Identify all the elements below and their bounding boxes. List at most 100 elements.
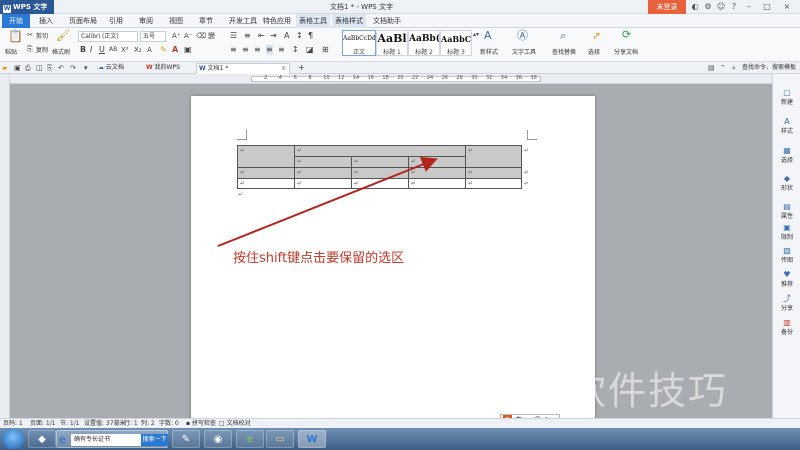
style-heading-2[interactable]: AaBb( 标题 2 bbox=[408, 30, 440, 56]
close-icon[interactable]: × bbox=[782, 0, 792, 14]
style-normal[interactable]: AaBbCcDd 正文 bbox=[342, 30, 376, 56]
window-icon[interactable]: ▤ bbox=[708, 63, 715, 73]
tab-cloud-docs[interactable]: ☁ 云文档 bbox=[96, 63, 136, 74]
save-icon[interactable]: ▣ bbox=[14, 63, 21, 73]
tab-table-tools[interactable]: 表格工具 bbox=[296, 14, 330, 28]
sidebar-item-recommend[interactable]: ♥ 推荐 bbox=[773, 270, 800, 288]
show-marks-icon[interactable]: ¶ bbox=[308, 31, 313, 41]
justify-icon[interactable]: ≡ bbox=[266, 45, 273, 55]
taskbar-browser-search[interactable]: e 确有专长证书 搜索一下 bbox=[56, 430, 168, 448]
text-tools-button[interactable]: 文字工具 bbox=[512, 47, 536, 56]
sidebar-item-styles[interactable]: A 样式 bbox=[773, 117, 800, 135]
chrome-icon[interactable]: ◉ bbox=[204, 430, 232, 448]
borders-icon[interactable]: ⊞ bbox=[322, 45, 329, 55]
sidebar-item-backup[interactable]: ▥ 备份 bbox=[773, 318, 800, 336]
select-button[interactable]: 选择 bbox=[588, 47, 600, 56]
status-word-count[interactable]: 字数: 0 bbox=[159, 419, 179, 428]
subscript-icon[interactable]: X₂ bbox=[134, 45, 142, 55]
vertical-ruler[interactable] bbox=[0, 74, 10, 418]
taskbar-app-icon[interactable]: ✎ bbox=[172, 430, 200, 448]
taskbar-search-input[interactable]: 确有专长证书 bbox=[71, 434, 141, 446]
table-cell-r4c3[interactable]: ↵ bbox=[351, 178, 409, 189]
tab-table-style[interactable]: 表格样式 bbox=[332, 14, 366, 28]
status-proofread[interactable]: □ 文档校对 bbox=[219, 419, 251, 428]
text-effect-icon[interactable]: A bbox=[147, 45, 152, 55]
align-right-icon[interactable]: ≡ bbox=[254, 45, 261, 55]
outdent-icon[interactable]: ⇤ bbox=[258, 31, 265, 41]
sidebar-item-properties[interactable]: ▤ 属性 bbox=[773, 202, 800, 220]
tab-special[interactable]: 特色应用 bbox=[260, 14, 294, 28]
share-doc-button[interactable]: 分享文档 bbox=[614, 47, 638, 56]
undo-icon[interactable]: ↶ bbox=[58, 63, 64, 73]
underline-icon[interactable]: U bbox=[99, 45, 105, 55]
copy-button[interactable]: 复制 bbox=[36, 45, 48, 54]
styles-scroll-icon[interactable]: ▴▾ bbox=[473, 30, 479, 40]
find-replace-button[interactable]: 查找替换 bbox=[552, 47, 576, 56]
table-cell-r1c1[interactable]: ↵ bbox=[237, 145, 295, 168]
sidebar-item-shapes[interactable]: ◆ 形状 bbox=[773, 174, 800, 192]
distribute-icon[interactable]: ≡ bbox=[278, 45, 285, 55]
bold-icon[interactable]: B bbox=[80, 45, 86, 55]
tab-page-layout[interactable]: 页面布局 bbox=[66, 14, 100, 28]
tab-view[interactable]: 视图 bbox=[166, 14, 186, 28]
tab-review[interactable]: 审阅 bbox=[136, 14, 156, 28]
paste-button[interactable]: 粘贴 bbox=[5, 47, 17, 56]
sort-icon[interactable]: ↕ bbox=[296, 31, 303, 41]
browser-e-icon[interactable]: e bbox=[236, 430, 264, 448]
open-folder-icon[interactable]: ▰ bbox=[2, 63, 7, 73]
help-icon[interactable]: ? bbox=[729, 0, 739, 14]
folder-icon[interactable]: ▭ bbox=[266, 430, 294, 448]
char-border-icon[interactable]: ▣ bbox=[184, 45, 192, 55]
print-preview-icon[interactable]: ◫ bbox=[36, 63, 43, 73]
minimize-icon[interactable]: – bbox=[744, 0, 754, 14]
start-button[interactable] bbox=[2, 429, 24, 449]
new-style-button[interactable]: 新样式 bbox=[480, 47, 498, 56]
grow-font-icon[interactable]: A⁺ bbox=[172, 31, 180, 41]
more-quick-icon[interactable]: ▾ bbox=[84, 63, 88, 73]
tab-section[interactable]: 章节 bbox=[196, 14, 216, 28]
login-button[interactable]: 未登录 bbox=[648, 0, 686, 14]
cut-button[interactable]: 剪切 bbox=[36, 31, 48, 40]
export-icon[interactable]: ⎘ bbox=[47, 63, 53, 73]
sidebar-item-select[interactable]: ▦ 选择 bbox=[773, 146, 800, 164]
tab-developer[interactable]: 开发工具 bbox=[226, 14, 260, 28]
indent-icon[interactable]: ⇥ bbox=[270, 31, 277, 41]
tab-close-icon[interactable]: × bbox=[281, 64, 286, 74]
redo-icon[interactable]: ↷ bbox=[70, 63, 76, 73]
superscript-icon[interactable]: X² bbox=[121, 45, 129, 55]
align-left-icon[interactable]: ≡ bbox=[230, 45, 237, 55]
skin-icon[interactable]: ◐ bbox=[690, 0, 700, 14]
clear-format-icon[interactable]: ⌫ bbox=[196, 31, 206, 41]
feedback-icon[interactable]: ☺ bbox=[716, 0, 726, 14]
table-cell-r4c5[interactable]: ↵ bbox=[465, 178, 522, 189]
phonetic-icon[interactable]: 變 bbox=[208, 31, 215, 41]
tab-insert[interactable]: 插入 bbox=[36, 14, 56, 28]
command-search-box[interactable]: 查找命令、搜索模板 bbox=[740, 63, 800, 74]
line-spacing-icon[interactable]: ↕ bbox=[292, 45, 299, 55]
horizontal-ruler[interactable]: 2 4 6 8 10 12 14 16 18 20 22 24 26 28 30 32 34 36 38 bbox=[10, 74, 772, 84]
wps-writer-taskbar-icon[interactable]: W bbox=[298, 430, 326, 448]
tab-home[interactable]: 开始 bbox=[2, 14, 30, 28]
sidebar-item-new[interactable]: ▢ 新建 bbox=[773, 88, 800, 106]
sidebar-item-upload-image[interactable]: ▧ 传图 bbox=[773, 246, 800, 264]
tab-references[interactable]: 引用 bbox=[106, 14, 126, 28]
highlight-icon[interactable]: ✎ bbox=[160, 45, 167, 55]
paste-icon[interactable]: 📋 bbox=[8, 30, 23, 42]
strikethrough-icon[interactable]: AB bbox=[109, 45, 117, 55]
new-tab-button[interactable]: + bbox=[296, 63, 306, 74]
style-heading-1[interactable]: AaBl 标题 1 bbox=[376, 30, 408, 56]
document-table[interactable]: ↵ ↵ ↵ ↵ ↵ ↵ ↵ ↵ ↵ ↵ ↵ ↵ ↵ ↵ ↵ ↵ ↵ ↵ ↵ ↵ bbox=[237, 145, 532, 198]
print-icon[interactable]: ⎙ bbox=[25, 63, 31, 73]
tab-document-1[interactable]: W 文档1 * × bbox=[196, 63, 290, 74]
taskbar-app-icon[interactable]: ◆ bbox=[28, 430, 56, 448]
font-name-select[interactable]: Calibri (正文) bbox=[78, 31, 138, 42]
table-cell-r4c2[interactable]: ↵ bbox=[294, 178, 352, 189]
sidebar-item-share[interactable]: ⤴ 分享 bbox=[773, 294, 800, 312]
minimize-ribbon-icon[interactable]: ⌃ bbox=[720, 63, 726, 73]
table-cell-r4c1[interactable]: ↵ bbox=[237, 178, 295, 189]
taskbar-search-button[interactable]: 搜索一下 bbox=[141, 434, 168, 446]
style-heading-3[interactable]: AaBbC 标题 3 bbox=[440, 30, 472, 56]
tab-my-wps[interactable]: W 我的WPS bbox=[144, 63, 194, 74]
app-menu-button[interactable]: W WPS 文字 bbox=[0, 0, 54, 14]
table-cell-r1c5[interactable]: ↵ bbox=[465, 145, 522, 168]
